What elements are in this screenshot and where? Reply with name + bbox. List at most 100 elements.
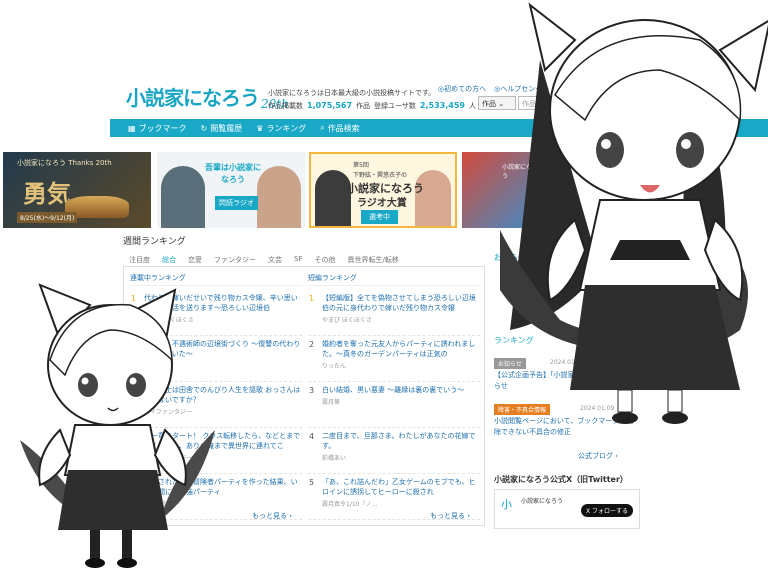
users-count: 2,533,459 xyxy=(419,101,465,110)
work-title[interactable]: 二度目まで、旦那さま。わたしがあなたの花嫁です。 xyxy=(322,428,480,451)
beginner-link[interactable]: ◎初めての方へ xyxy=(438,84,486,94)
x-account-logo: 小 xyxy=(501,498,512,511)
crown-icon: ♛ xyxy=(256,123,264,133)
rank-number: 1 xyxy=(131,294,137,303)
news-link[interactable]: 【公式企画予告】「小説家になろう Thanks 20th」開催のお知らせ xyxy=(494,370,694,392)
ranking-panel: 連載中ランキング 1 代わりで嫁いだせいで残り物カス令嬢、辛い思いを強要生活を送… xyxy=(123,266,485,526)
rank-number: 1 xyxy=(309,294,315,303)
works-unit: 作品 xyxy=(356,102,371,110)
short-more-link[interactable]: もっと見る › xyxy=(430,511,470,521)
news-heading: お知らせ xyxy=(494,253,526,262)
ranking-item[interactable]: 1 代わりで嫁いだせいで残り物カス令嬢、辛い思いを強要生活を送ります〜恐ろしい辺… xyxy=(130,290,302,336)
banner-radio-award[interactable]: 第5回 下野紘・巽悠衣子の 小説家になろう ラジオ大賞 選考中 xyxy=(309,152,457,228)
news-date: 2024.01.12 xyxy=(550,359,585,366)
work-title[interactable]: 【短編版】全てを偽物させてしまう恐ろしい辺境伯の元に身代わりで嫁いだ残り物カス令… xyxy=(322,290,480,313)
work-author: 霧月華 xyxy=(322,399,341,406)
banner-radio[interactable]: 吾輩は小説家になろう 閃読ラジオ xyxy=(157,152,305,228)
work-author: りったん xyxy=(322,363,347,370)
nav-label: ランキング xyxy=(266,123,307,133)
rank-number: 3 xyxy=(131,386,137,395)
rank-number: 3 xyxy=(309,386,315,395)
nav-label: ブックマーク xyxy=(138,123,187,133)
help-center-link[interactable]: ◎ヘルプセンター xyxy=(494,84,549,94)
short-ranking-heading[interactable]: 短編ランキング xyxy=(308,273,480,286)
ranking-item[interactable]: 3 大魔導士は田舎でのんびり人生を謳歌 おっさんは必要ないですか？ ハイファンタ… xyxy=(130,382,302,428)
x-follow-button[interactable]: X フォローする xyxy=(581,504,634,517)
site-stats: 作品掲載数 1,075,567 作品 登録ユーザ数 2,533,459 人 xyxy=(268,101,476,111)
search-input[interactable]: 作品を検索 xyxy=(518,96,578,110)
work-author: やまぴ ほくほくさ xyxy=(322,317,372,324)
work-title[interactable]: 白い結婚、黒い悪妻 〜離縁は裏の裏でいう〜 xyxy=(322,382,480,395)
page: 小説家になろう 20th 小説家になろうは日本最大級の小説投稿サイトです。 作品… xyxy=(0,0,768,576)
person-photo xyxy=(161,166,205,228)
news-link[interactable]: 小説閲覧ページにおいて、ブックマークを削除できない不具合の修正 xyxy=(494,416,634,438)
banner-caption: 小説家になろう Thanks 20th xyxy=(17,159,112,167)
rank-number: 5 xyxy=(131,478,137,487)
rank-number: 4 xyxy=(309,432,315,441)
logo-text: 小説家になろう xyxy=(126,86,260,110)
works-count: 1,075,567 xyxy=(307,101,353,110)
search-type-select[interactable]: 作品 ⌄ xyxy=(478,96,516,110)
person-photo xyxy=(315,170,351,226)
work-title[interactable]: 代わりで嫁いだせいで残り物カス令嬢、辛い思いを強要生活を送ります〜恐ろしい辺境伯 xyxy=(144,290,302,313)
banner-status: 選考中 xyxy=(361,210,398,224)
banner-text: 小説家になろう xyxy=(502,164,539,180)
person-photo xyxy=(257,166,301,228)
ranking-item[interactable]: 3 白い結婚、黒い悪妻 〜離縁は裏の裏でいう〜 霧月華 xyxy=(308,382,480,428)
banner-title: 勇気 xyxy=(23,179,71,208)
news-badge: 障害・不具合情報 xyxy=(494,404,551,415)
work-title[interactable]: 婚約者を奪った元友人からパーティに誘われました。〜真冬のガーデンパーティは正気の xyxy=(322,336,480,359)
banner-thanks-20th[interactable]: 小説家になろう Thanks 20th 勇気 8/25(水)〜9/12(月) xyxy=(3,152,151,228)
users-label: 登録ユーザ数 xyxy=(374,102,416,110)
work-author: 霧月真令1/10『ノ… xyxy=(322,501,378,508)
banner-anime[interactable]: 小説家になろう xyxy=(462,152,542,228)
serial-more-link[interactable]: もっと見る › xyxy=(252,511,292,521)
main-nav: ▦ ブックマーク ↻ 閲覧履歴 ♛ ランキング ⌕ 作品検索 xyxy=(110,119,768,137)
banner-text: 吾輩は小説家になろう xyxy=(205,163,261,184)
work-title[interactable]: 冒険家・不遇術師の辺境街づくり 〜復讐の代わりに優れていた〜 xyxy=(144,336,302,359)
ranking-item[interactable]: 2 婚約者を奪った元友人からパーティに誘われました。〜真冬のガーデンパーティは正… xyxy=(308,336,480,382)
nav-history[interactable]: ↻ 閲覧履歴 xyxy=(201,123,243,134)
work-title[interactable]: 大魔導士は田舎でのんびり人生を謳歌 おっさんは必要ないですか？ xyxy=(144,382,302,405)
person-photo xyxy=(415,170,451,226)
nav-bookmark[interactable]: ▦ ブックマーク xyxy=(128,123,187,134)
site-tagline: 小説家になろうは日本最大級の小説投稿サイトです。 xyxy=(268,89,436,97)
ranking-item[interactable]: 4 第一章スタート！ クラス転移したら、などとまでなくなった、ありの俺まで異世界… xyxy=(130,428,302,474)
work-author: 彩橋あい xyxy=(322,455,347,462)
bookmark-icon: ▦ xyxy=(128,123,136,133)
banner-date: 8/25(水)〜9/12(月) xyxy=(17,212,78,223)
ranking-item[interactable]: 4 二度目まで、旦那さま。わたしがあなたの花嫁です。 彩橋あい xyxy=(308,428,480,474)
nav-ranking[interactable]: ♛ ランキング xyxy=(256,123,306,134)
short-ranking: 短編ランキング 1 【短編版】全てを偽物させてしまう恐ろしい辺境伯の元に身代わり… xyxy=(308,273,480,520)
x-account-name: 小説家になろう xyxy=(521,498,564,505)
serial-ranking-heading[interactable]: 連載中ランキング xyxy=(130,273,302,286)
work-author: やまぴ ほくほくさ xyxy=(144,317,194,324)
banner-hosts: 下野紘・巽悠衣子の xyxy=(353,172,408,179)
rank-number: 2 xyxy=(309,340,315,349)
official-blog-link[interactable]: 公式ブログ › xyxy=(578,451,618,461)
history-icon: ↻ xyxy=(200,123,208,133)
banner-award-name: ラジオ大賞 xyxy=(357,198,407,209)
news-date: 2024.01.09 xyxy=(580,405,615,412)
news-badge: お知らせ xyxy=(494,358,526,369)
serial-ranking: 連載中ランキング 1 代わりで嫁いだせいで残り物カス令嬢、辛い思いを強要生活を送… xyxy=(130,273,302,520)
work-author: ハイファンタジー xyxy=(144,409,192,416)
x-widget: 小 小説家になろう X フォローする xyxy=(494,489,640,529)
work-title[interactable]: 第一章スタート！ クラス転移したら、などとまでなくなった、ありの俺まで異世界に連… xyxy=(144,428,302,451)
search-icon: ⌕ xyxy=(320,123,325,132)
site-logo[interactable]: 小説家になろう 20th xyxy=(126,82,289,111)
nav-search[interactable]: ⌕ 作品検索 xyxy=(320,123,359,134)
ranking-item[interactable]: 2 冒険家・不遇術師の辺境街づくり 〜復讐の代わりに優れていた〜 あゆたん xyxy=(130,336,302,382)
rank-number: 5 xyxy=(309,478,315,487)
work-title[interactable]: 「あ、これ詰んだわ」乙女ゲームのモブでも、ヒロインに誘拐してヒーローに殺され xyxy=(322,474,480,497)
side-ranking-heading[interactable]: ランキング xyxy=(494,335,534,346)
banner-edition: 第5回 xyxy=(353,162,369,169)
top-links: ◎初めての方へ ◎ヘルプセンター xyxy=(438,84,549,94)
users-unit: 人 xyxy=(468,102,476,110)
nav-label: 作品検索 xyxy=(327,123,360,133)
ranking-title: 週間ランキング xyxy=(123,237,186,247)
work-title[interactable]: 追放されたから冒険者パーティを作った結果、いつの間にか最強パーティ xyxy=(144,474,302,497)
rank-number: 4 xyxy=(131,432,137,441)
ranking-item[interactable]: 1 【短編版】全てを偽物させてしまう恐ろしい辺境伯の元に身代わりで嫁いだ残り物カ… xyxy=(308,290,480,336)
work-author: ファンタジー xyxy=(144,501,181,508)
